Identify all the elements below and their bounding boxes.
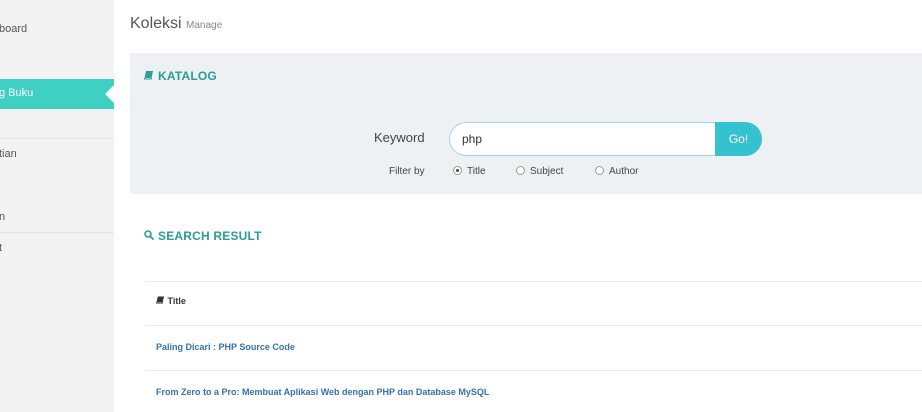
keyword-label: Keyword [374,130,425,145]
sidebar-item-t[interactable]: t [0,242,114,258]
column-header-label: Title [167,296,186,306]
radio-checked-icon[interactable] [453,166,462,175]
sidebar-item-label: n [0,211,6,223]
filter-radio-subject[interactable]: Subject [516,166,563,177]
sidebar-item-n[interactable]: n [0,211,114,227]
sidebar-item-label: board [0,23,28,35]
filter-option-label: Author [609,166,639,177]
katalog-heading: KATALOG [144,69,217,83]
column-header-title: Title [156,296,186,306]
book-icon [144,69,155,83]
result-link[interactable]: Paling Dicari : PHP Source Code [156,342,295,352]
page-subtitle: Manage [186,20,223,31]
sidebar-item-pencarian[interactable]: tian [0,148,114,164]
sidebar-item-label: tian [0,148,17,160]
sidebar-item-label: g Buku [0,87,34,99]
search-result-heading-text: SEARCH RESULT [158,229,262,243]
filter-by-label: Filter by [389,166,425,177]
katalog-heading-text: KATALOG [158,69,217,83]
filter-option-label: Title [467,166,486,177]
magnifier-icon [144,229,155,243]
filter-option-label: Subject [530,166,564,177]
sidebar-item-dashboard[interactable]: board [0,23,114,39]
filter-radio-author[interactable]: Author [595,166,638,177]
page-title-text: Koleksi [130,15,182,32]
sidebar-divider [0,138,114,139]
book-icon [156,296,168,306]
filter-radio-title[interactable]: Title [453,166,486,177]
sidebar-divider [0,232,114,233]
table-divider [145,281,922,282]
table-divider [145,370,922,371]
sidebar: board g Buku tian n t [0,0,114,412]
sidebar-item-label: t [0,242,3,254]
active-indicator-arrow [105,85,114,103]
keyword-search-input[interactable] [449,122,717,156]
sidebar-item-katalog-buku[interactable]: g Buku [0,79,114,109]
search-result-heading: SEARCH RESULT [144,229,262,243]
table-divider [145,325,922,326]
radio-unchecked-icon[interactable] [595,166,604,175]
page-title: Koleksi Manage [130,15,222,33]
go-button[interactable]: Go! [715,122,762,156]
result-link[interactable]: From Zero to a Pro: Membuat Aplikasi Web… [156,387,489,397]
radio-unchecked-icon[interactable] [516,166,525,175]
